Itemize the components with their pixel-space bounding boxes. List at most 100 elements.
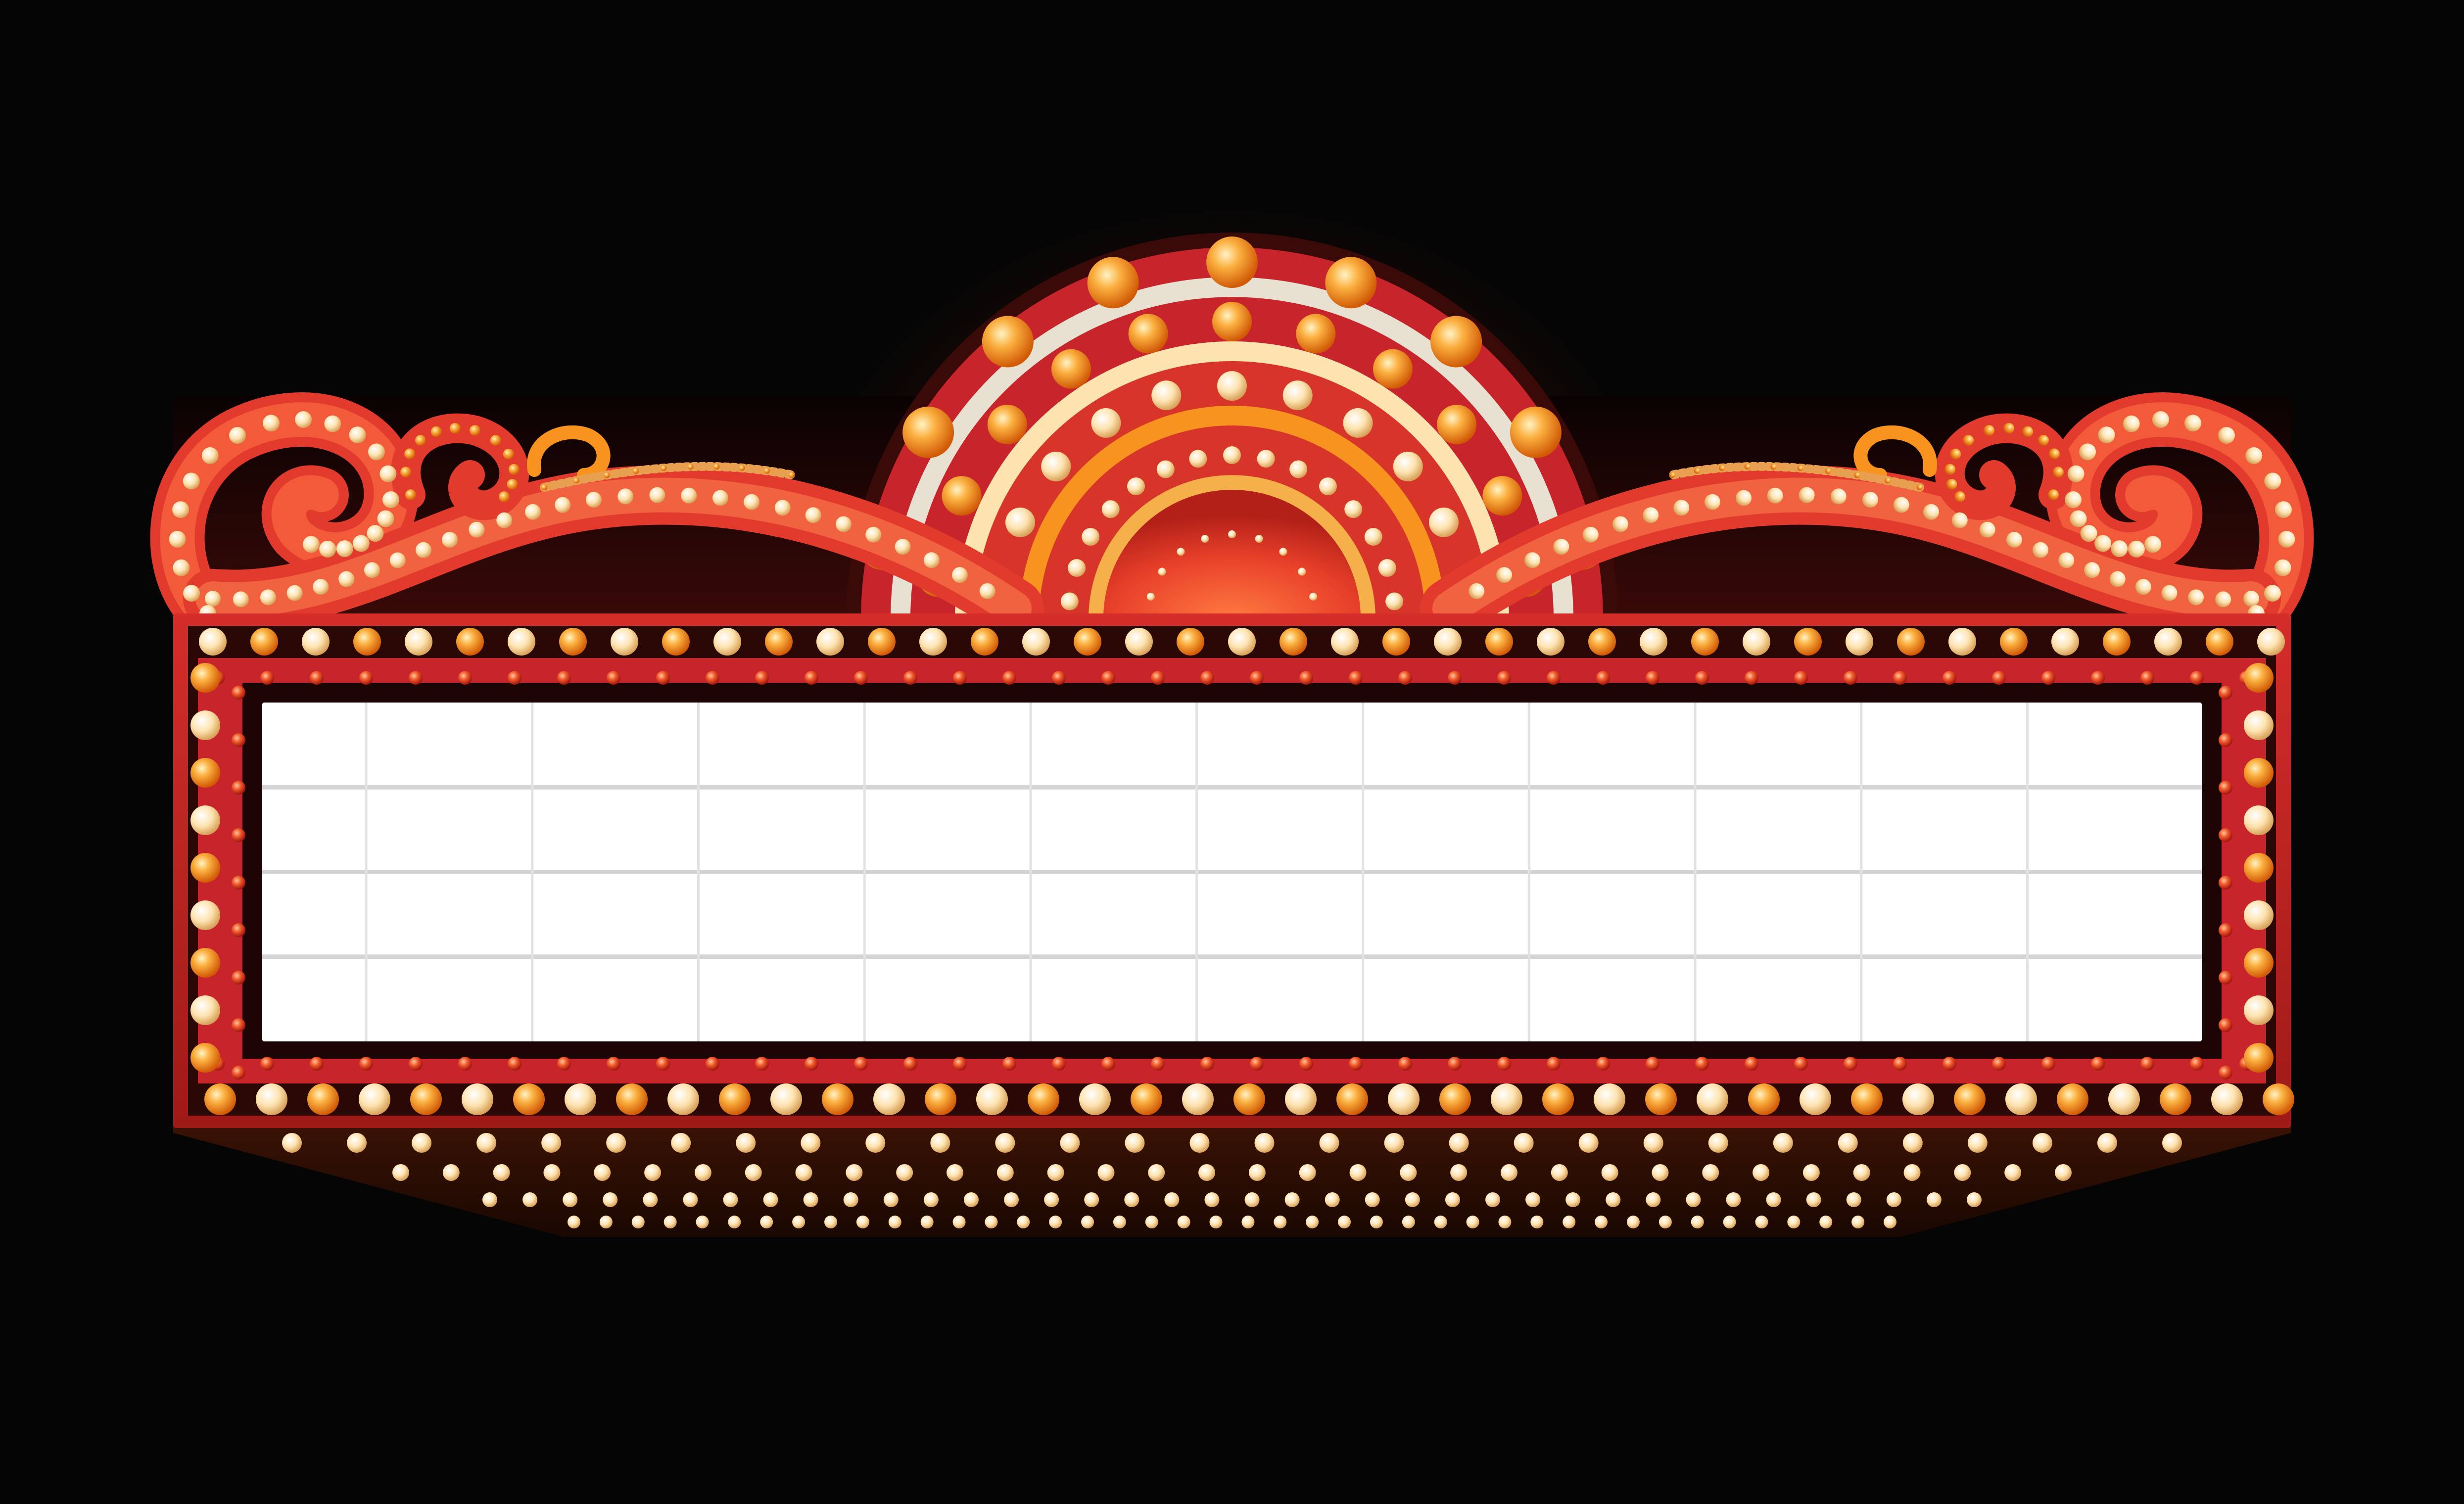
light-bulb-icon xyxy=(2218,427,2235,444)
light-bulb-icon xyxy=(2244,710,2274,740)
light-bulb-icon xyxy=(1449,1133,1469,1153)
light-bulb-icon xyxy=(1601,1164,1618,1181)
light-bulb-icon xyxy=(1074,628,1101,656)
light-bulb-icon xyxy=(2140,1057,2154,1071)
light-bulb-icon xyxy=(204,1083,236,1115)
light-bulb-icon xyxy=(1694,468,1701,474)
light-bulb-icon xyxy=(412,1133,432,1153)
light-bulb-icon xyxy=(400,467,412,478)
light-bulb-icon xyxy=(449,423,461,434)
light-bulb-icon xyxy=(631,1216,645,1228)
light-bulb-icon xyxy=(1691,628,1719,656)
light-bulb-icon xyxy=(713,464,720,470)
light-bulb-icon xyxy=(1349,1057,1363,1071)
light-bulb-icon xyxy=(1551,1164,1568,1181)
light-bulb-icon xyxy=(1002,1057,1016,1071)
light-bulb-icon xyxy=(541,1133,562,1153)
light-bulb-icon xyxy=(1497,671,1511,685)
light-bulb-icon xyxy=(2032,1133,2052,1153)
light-bulb-icon xyxy=(1082,528,1100,546)
light-bulb-icon xyxy=(1189,450,1207,468)
light-bulb-icon xyxy=(1719,465,1725,471)
light-bulb-icon xyxy=(1209,1216,1223,1228)
light-bulb-icon xyxy=(1336,1083,1368,1115)
light-bulb-icon xyxy=(410,1083,442,1115)
light-bulb-icon xyxy=(1885,477,1891,484)
light-bulb-icon xyxy=(338,571,355,587)
light-bulb-icon xyxy=(723,1192,738,1207)
light-bulb-icon xyxy=(1448,671,1462,685)
light-bulb-icon xyxy=(382,491,399,508)
light-bulb-icon xyxy=(2274,559,2291,576)
light-bulb-icon xyxy=(1595,1216,1608,1228)
light-bulb-icon xyxy=(1248,1164,1266,1181)
light-bulb-icon xyxy=(930,1133,950,1153)
light-bulb-icon xyxy=(856,1216,869,1228)
light-bulb-icon xyxy=(508,628,535,656)
light-bulb-icon xyxy=(1113,1216,1126,1228)
light-bulb-icon xyxy=(1485,628,1513,656)
light-bulb-icon xyxy=(2219,923,2232,937)
light-bulb-icon xyxy=(1087,257,1139,309)
light-bulb-icon xyxy=(2108,1083,2140,1115)
light-bulb-icon xyxy=(2244,1043,2274,1073)
light-bulb-icon xyxy=(353,628,381,656)
light-bulb-icon xyxy=(1164,1192,1180,1207)
light-bulb-icon xyxy=(190,758,220,788)
light-bulb-icon xyxy=(1708,1133,1728,1153)
light-bulb-icon xyxy=(2091,671,2105,685)
light-bulb-icon xyxy=(1695,671,1709,685)
light-bulb-icon xyxy=(405,489,416,500)
light-bulb-icon xyxy=(2215,591,2231,608)
light-bulb-icon xyxy=(1299,1164,1316,1181)
light-bulb-icon xyxy=(1325,257,1377,309)
light-bulb-icon xyxy=(1398,671,1412,685)
light-bulb-icon xyxy=(2206,628,2233,656)
light-bulb-icon xyxy=(2094,535,2112,552)
light-bulb-icon xyxy=(1445,1192,1460,1207)
light-bulb-icon xyxy=(377,510,394,527)
light-bulb-icon xyxy=(1101,500,1120,518)
light-bulb-icon xyxy=(573,477,579,484)
light-bulb-icon xyxy=(643,1192,658,1207)
light-bulb-icon xyxy=(1017,1216,1030,1228)
light-bulb-icon xyxy=(1946,478,1957,490)
light-bulb-icon xyxy=(525,504,541,520)
light-bulb-icon xyxy=(1282,380,1313,411)
light-bulb-icon xyxy=(2245,447,2263,464)
light-bulb-icon xyxy=(260,671,274,685)
light-bulb-icon xyxy=(2154,628,2182,656)
light-bulb-icon xyxy=(1052,1057,1066,1071)
light-bulb-icon xyxy=(1851,1216,1865,1228)
light-bulb-icon xyxy=(416,542,432,558)
light-bulb-icon xyxy=(739,465,745,471)
light-bulb-icon xyxy=(1127,477,1145,496)
light-bulb-icon xyxy=(263,415,280,432)
light-bulb-icon xyxy=(1862,492,1878,508)
light-bulb-icon xyxy=(364,562,380,578)
light-bulb-icon xyxy=(2162,1133,2182,1153)
light-bulb-icon xyxy=(868,628,896,656)
marquee-scene xyxy=(0,0,2464,1504)
light-bulb-icon xyxy=(947,1164,963,1181)
light-bulb-icon xyxy=(1704,494,1720,510)
light-bulb-icon xyxy=(883,1192,899,1207)
light-bulb-icon xyxy=(233,591,249,608)
light-bulb-icon xyxy=(1588,628,1616,656)
light-bulb-icon xyxy=(2058,552,2075,568)
light-bulb-icon xyxy=(190,853,220,883)
light-bulb-icon xyxy=(1084,1192,1099,1207)
light-bulb-icon xyxy=(1594,1083,1625,1115)
light-bulb-icon xyxy=(1469,583,1485,599)
light-bulb-icon xyxy=(1755,1216,1768,1228)
light-bulb-icon xyxy=(763,468,770,474)
light-bulb-icon xyxy=(1051,349,1091,389)
light-bulb-icon xyxy=(183,472,200,490)
light-bulb-icon xyxy=(1967,1133,1988,1153)
light-bulb-icon xyxy=(1686,1192,1701,1207)
light-bulb-icon xyxy=(1992,1057,2006,1071)
light-bulb-icon xyxy=(770,1083,802,1115)
light-bulb-icon xyxy=(1044,1192,1059,1207)
light-bulb-icon xyxy=(1146,593,1155,601)
light-bulb-icon xyxy=(1365,1192,1380,1207)
